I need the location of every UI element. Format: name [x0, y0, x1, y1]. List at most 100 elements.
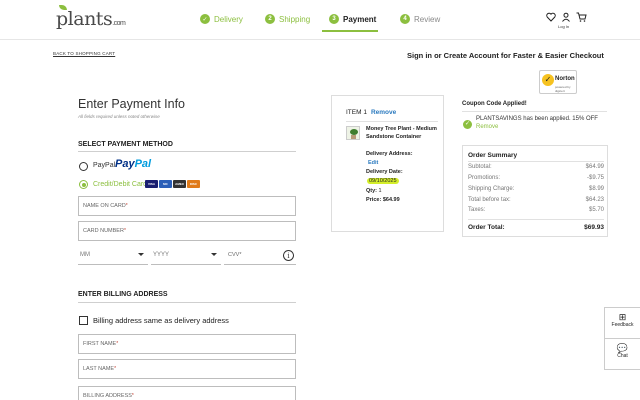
chevron-down-icon [138, 253, 144, 256]
field-placeholder: BILLING ADDRESS [83, 393, 132, 399]
required-mark: * [114, 366, 117, 372]
card-number-input[interactable]: CARD NUMBER * [78, 221, 296, 241]
remove-coupon-link[interactable]: Remove [476, 124, 498, 130]
price-value: $64.99 [382, 197, 400, 203]
mastercard-icon: MC [159, 180, 172, 188]
credit-card-label[interactable]: Credit/Debit Card [93, 181, 147, 188]
summary-row-before-tax: Total before tax: $64.23 [468, 197, 604, 205]
qty-value: 1 [378, 188, 382, 194]
logo-suffix: .com [112, 20, 126, 27]
expiry-year-select[interactable]: YYYY [151, 245, 221, 265]
summary-value: $64.99 [585, 164, 604, 170]
same-address-label[interactable]: Billing address same as delivery address [93, 316, 229, 325]
total-value: $69.93 [584, 224, 604, 231]
back-to-cart-link[interactable]: BACK TO SHOPPING CART [53, 51, 115, 56]
field-placeholder: NAME ON CARD [83, 203, 126, 209]
summary-label: Shipping Charge: [468, 186, 515, 192]
discover-icon: DISC [187, 180, 200, 188]
chat-label: Chat [617, 353, 628, 359]
summary-row-shipping: Shipping Charge: $8.99 [468, 186, 604, 194]
signin-prompt[interactable]: Sign in or Create Account for Faster & E… [407, 51, 604, 60]
paypal-logo-b: Pal [134, 158, 152, 170]
summary-value: -$9.75 [586, 175, 604, 181]
product-name[interactable]: Money Tree Plant - Medium Sandstone Cont… [366, 126, 441, 141]
user-icon[interactable] [561, 12, 571, 22]
divider [78, 302, 296, 303]
same-address-checkbox[interactable] [79, 316, 88, 325]
norton-name: Norton [555, 76, 575, 82]
summary-label: Taxes: [468, 207, 486, 213]
required-note: All fields required unless noted otherwi… [78, 114, 160, 119]
summary-value: $64.23 [585, 197, 604, 203]
summary-value: $5.70 [588, 207, 604, 213]
coupon-title: Coupon Code Applied! [462, 101, 527, 107]
last-name-input[interactable]: LAST NAME * [78, 359, 296, 379]
step-payment[interactable]: 3 Payment [329, 12, 376, 26]
billing-address-input[interactable]: BILLING ADDRESS * [78, 386, 296, 400]
required-mark: * [123, 228, 126, 234]
step-label: Payment [343, 14, 377, 24]
heart-icon[interactable] [546, 12, 556, 22]
delivery-date-value: 09/10/2025 [367, 178, 399, 184]
summary-label: Subtotal: [468, 164, 492, 170]
edit-address-link[interactable]: Edit [368, 160, 378, 166]
chevron-down-icon [211, 253, 217, 256]
paypal-logo: PayPal [115, 158, 151, 170]
billing-heading: ENTER BILLING ADDRESS [78, 291, 168, 298]
qty-label: Qty: [366, 188, 377, 194]
required-mark: * [131, 393, 134, 399]
step-number: 2 [265, 14, 275, 24]
summary-title: Order Summary [468, 152, 518, 159]
summary-label: Promotions: [468, 175, 501, 181]
feedback-label: Feedback [611, 322, 634, 328]
summary-label: Total before tax: [468, 197, 511, 203]
step-delivery[interactable]: ✓ Delivery [200, 12, 243, 26]
cart-icon[interactable] [576, 12, 587, 22]
first-name-input[interactable]: FIRST NAME * [78, 334, 296, 354]
required-mark: * [116, 341, 119, 347]
divider [468, 219, 604, 220]
visa-icon: VISA [145, 180, 158, 188]
field-placeholder: CVV [228, 251, 240, 258]
info-icon[interactable]: i [283, 250, 294, 261]
divider [78, 151, 296, 152]
product-thumbnail[interactable] [346, 126, 360, 140]
step-label: Review [414, 14, 441, 24]
summary-value: $8.99 [588, 186, 604, 192]
header-icons [546, 12, 587, 22]
step-shipping[interactable]: 2 Shipping [265, 12, 310, 26]
amex-icon: AMEX [173, 180, 186, 188]
expiry-month-select[interactable]: MM [78, 245, 148, 265]
credit-card-radio[interactable] [79, 180, 88, 189]
required-mark: * [239, 251, 242, 258]
divider [462, 111, 607, 112]
divider [346, 121, 438, 122]
item-number: ITEM 1 [346, 109, 367, 116]
divider [468, 161, 604, 162]
name-on-card-input[interactable]: NAME ON CARD * [78, 196, 296, 216]
paypal-radio[interactable] [79, 162, 88, 171]
cvv-input[interactable]: CVV * i [224, 245, 296, 265]
remove-item-link[interactable]: Remove [371, 109, 396, 116]
active-step-indicator [322, 30, 378, 32]
step-number: 3 [329, 14, 339, 24]
cart-item-card: ITEM 1 Remove Money Tree Plant - Medium S… [331, 95, 444, 232]
login-link[interactable]: Log In [558, 24, 569, 29]
step-number: 4 [400, 14, 410, 24]
chat-bubble-icon: 💬 [616, 343, 629, 353]
paypal-label[interactable]: PayPal [93, 162, 115, 169]
select-value: YYYY [153, 251, 170, 258]
delivery-address-label: Delivery Address: [366, 151, 413, 157]
field-placeholder: LAST NAME [83, 366, 115, 372]
chat-button[interactable]: 💬 Chat [604, 338, 640, 370]
logo-text: plants [56, 8, 113, 30]
price: Price: $64.99 [366, 197, 400, 203]
field-placeholder: FIRST NAME [83, 341, 117, 347]
paypal-logo-a: Pay [115, 158, 135, 170]
summary-row-taxes: Taxes: $5.70 [468, 207, 604, 215]
site-logo[interactable]: plants.com [56, 8, 126, 30]
coupon-message: PLANTSAVINGS has been applied. 15% OFF [476, 116, 598, 122]
field-placeholder: CARD NUMBER [83, 228, 124, 234]
step-label: Delivery [214, 14, 243, 24]
feedback-button[interactable]: ⊞ Feedback [604, 307, 640, 339]
